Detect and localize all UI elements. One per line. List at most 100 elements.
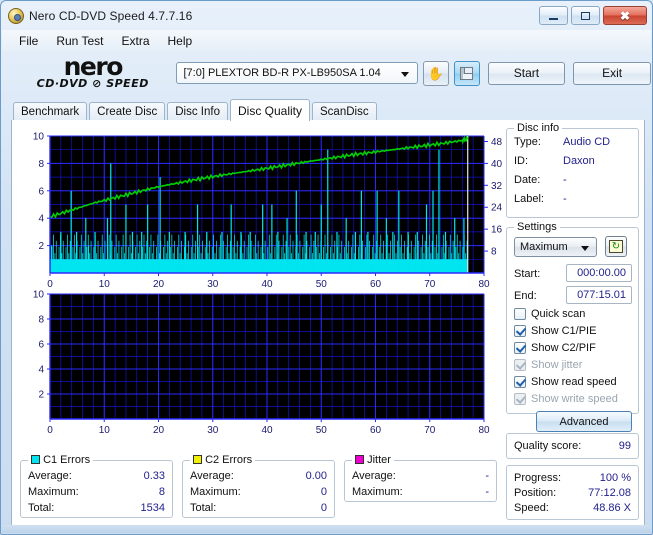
save-results-button[interactable] <box>453 60 480 86</box>
quality-score-box: Quality score: 99 <box>506 433 639 459</box>
settings-title: Settings <box>514 221 560 233</box>
svg-text:16: 16 <box>491 225 502 236</box>
checkbox-show-jitter-box <box>514 359 526 371</box>
jitter-average-label: Average: <box>352 470 396 482</box>
advanced-button[interactable]: Advanced <box>536 411 632 432</box>
scan-start-input[interactable]: 000:00.00 <box>566 264 632 282</box>
svg-text:32: 32 <box>491 181 502 192</box>
disc-info-box: Disc info Type: Audio CD ID: Daxon Date:… <box>506 122 639 218</box>
disc-type-label: Type: <box>514 136 541 148</box>
svg-text:48: 48 <box>491 137 502 148</box>
c1-errors-chart: 8 16 24 32 40 48 0 10 20 30 40 50 60 70 80 2 4 6 8 10 <box>12 120 503 291</box>
nero-logo-word: nero <box>63 51 124 81</box>
disc-icon <box>8 7 24 24</box>
tab-disc-info[interactable]: Disc Info <box>167 102 228 121</box>
start-button[interactable]: Start <box>487 61 566 85</box>
c2-errors-stats: C2 Errors Average: 0.00 Maximum: 0 Total… <box>182 454 335 518</box>
floppy-save-icon <box>460 66 474 80</box>
checkbox-show-read-speed-box <box>514 376 526 388</box>
tab-benchmark[interactable]: Benchmark <box>13 102 88 121</box>
position-value: 77:12.08 <box>588 487 631 499</box>
exit-button[interactable]: Exit <box>573 61 652 85</box>
quality-score-value: 99 <box>618 440 631 452</box>
speed-label: Speed: <box>514 502 549 514</box>
maximize-button[interactable] <box>571 6 600 25</box>
c1-average-label: Average: <box>28 470 72 482</box>
disc-info-title: Disc info <box>514 122 563 134</box>
svg-text:2: 2 <box>38 241 44 252</box>
svg-text:60: 60 <box>370 425 382 436</box>
checkbox-show-write-speed: Show write speed <box>514 393 618 405</box>
c1-color-swatch <box>31 455 40 464</box>
speed-select[interactable]: Maximum <box>514 237 597 257</box>
checkbox-show-write-speed-label: Show write speed <box>531 393 618 405</box>
nero-logo-subtitle: CD·DVD ⊘ SPEED <box>36 76 149 90</box>
tab-scandisc[interactable]: ScanDisc <box>312 102 377 121</box>
c2-errors-chart: 0 10 20 30 40 50 60 70 80 2 4 6 8 10 <box>12 280 502 450</box>
checkbox-show-c1-pie-box <box>514 325 526 337</box>
jitter-stats: Jitter Average: - Maximum: - <box>344 454 497 502</box>
nero-logo: nero CD·DVD ⊘ SPEED <box>18 53 168 93</box>
settings-box: Settings Maximum ↻ Start: 000:00.00 End:… <box>506 221 639 432</box>
jitter-color-swatch <box>355 455 364 464</box>
c1-total-value: 1534 <box>140 502 165 514</box>
svg-text:8: 8 <box>38 159 44 170</box>
refresh-speed-button[interactable]: ↻ <box>605 236 627 257</box>
svg-text:30: 30 <box>207 425 219 436</box>
checkbox-show-c2-pif[interactable]: Show C2/PIF <box>514 342 596 354</box>
scan-end-input[interactable]: 077:15.01 <box>566 286 632 304</box>
disc-quality-panel: 8 16 24 32 40 48 0 10 20 30 40 50 60 70 80 2 4 6 8 10 0 10 20… <box>11 120 645 526</box>
quality-score-label: Quality score: <box>514 440 582 452</box>
menu-item-file[interactable]: File <box>10 32 47 50</box>
svg-text:40: 40 <box>261 425 273 436</box>
checkbox-quick-scan[interactable]: Quick scan <box>514 308 585 320</box>
jitter-stats-title: Jitter <box>352 454 394 466</box>
jitter-stats-label: Jitter <box>367 454 391 466</box>
svg-text:0: 0 <box>47 425 53 436</box>
svg-text:4: 4 <box>38 365 44 376</box>
menu-item-help[interactable]: Help <box>159 32 202 50</box>
svg-text:70: 70 <box>424 425 436 436</box>
close-button[interactable]: ✖ <box>603 6 647 25</box>
progress-value: 100 % <box>599 472 631 484</box>
c1-maximum-label: Maximum: <box>28 486 79 498</box>
menu-item-run-test[interactable]: Run Test <box>47 32 112 50</box>
svg-text:24: 24 <box>491 203 502 214</box>
svg-text:4: 4 <box>38 214 44 225</box>
svg-text:8: 8 <box>491 247 497 258</box>
svg-text:80: 80 <box>478 425 490 436</box>
tab-disc-quality[interactable]: Disc Quality <box>230 99 311 121</box>
c1-errors-chart-svg: 816243240480 10 20 30 40 50 60 70 80246810 <box>33 132 503 291</box>
disc-type-value: Audio CD <box>563 136 611 148</box>
maximize-icon <box>581 11 590 20</box>
tab-create-disc[interactable]: Create Disc <box>89 102 166 121</box>
minimize-button[interactable] <box>539 6 568 25</box>
checkbox-show-c2-pif-box <box>514 342 526 354</box>
window-controls: ✖ <box>539 6 647 25</box>
status-bar <box>2 525 651 533</box>
checkbox-show-read-speed[interactable]: Show read speed <box>514 376 617 388</box>
disc-date-value: - <box>563 174 567 186</box>
jitter-maximum-value: - <box>485 486 489 498</box>
c2-errors-stats-label: C2 Errors <box>205 454 253 466</box>
disc-id-label: ID: <box>514 155 529 167</box>
disc-label-label: Label: <box>514 193 544 205</box>
svg-text:6: 6 <box>38 186 44 197</box>
c1-errors-stats: C1 Errors Average: 0.33 Maximum: 8 Total… <box>20 454 173 518</box>
menu-item-extra[interactable]: Extra <box>112 32 158 50</box>
drive-select[interactable]: [7:0] PLEXTOR BD-R PX-LB950SA 1.04 <box>175 62 418 84</box>
checkbox-show-jitter: Show jitter <box>514 359 582 371</box>
hand-icon: ✋ <box>427 65 444 81</box>
chevron-down-icon <box>581 246 589 251</box>
c1-total-label: Total: <box>28 502 55 514</box>
chevron-down-icon <box>400 72 409 77</box>
svg-text:10: 10 <box>33 290 45 301</box>
svg-text:2: 2 <box>38 390 44 401</box>
c2-errors-chart-svg: 0 10 20 30 40 50 60 70 80 2 4 6 8 10 <box>33 290 490 437</box>
eject-button[interactable]: ✋ <box>422 60 449 86</box>
checkbox-show-read-speed-label: Show read speed <box>531 376 617 388</box>
c2-total-value: 0 <box>320 502 327 514</box>
svg-text:10: 10 <box>33 132 45 143</box>
toolbar: nero CD·DVD ⊘ SPEED [7:0] PLEXTOR BD-R P… <box>2 51 652 95</box>
checkbox-show-c1-pie[interactable]: Show C1/PIE <box>514 325 596 337</box>
